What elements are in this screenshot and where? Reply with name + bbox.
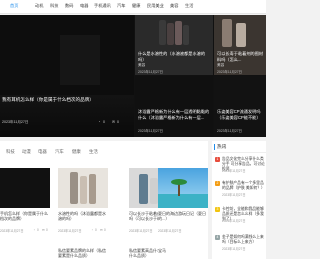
hero-card-2[interactable]: 可以长寿于粘着剂的图材料吗（怎么... 美容 2023年11月27日 [214, 15, 266, 75]
hero-featured-article[interactable]: 我有耳机怎么样（你是属于什么档次的品牌） 2023年11月27日 ◔ 0 ✉ 0 [0, 15, 134, 137]
article-card-date: 2023年11月27日 [58, 229, 82, 233]
article-card[interactable]: 手机怎么样（你是属于什么档次的品牌） 2023年11月27日 ◔ 0 ✉ 0 [0, 168, 50, 259]
hero-section: 我有耳机怎么样（你是属于什么档次的品牌） 2023年11月27日 ◔ 0 ✉ 0… [0, 15, 266, 137]
hero-card-1-date: 2023年11月27日 [138, 70, 164, 74]
nav-item-life[interactable]: 生活 [185, 3, 193, 9]
comments-icon: ✉ [42, 228, 45, 232]
article-card-date: 2023年11月27日 [158, 229, 182, 233]
comments-icon: ✉ [100, 228, 103, 232]
article-card-image [58, 168, 108, 208]
views-icon: ◔ [98, 120, 101, 124]
tab-health[interactable]: 健康 [72, 149, 81, 155]
article-card[interactable]: 水溶性的吗（沐浴露都是水溶的吗） 2023年11月27日 ◔ 0 ✉ 0 私信要… [58, 168, 108, 259]
article-card-date: 2023年11月27日 [129, 229, 153, 233]
article-card-date: 2023年11月27日 [0, 229, 24, 233]
nav-item-beauty[interactable]: 美容 [170, 3, 178, 9]
rank-badge: 2 [215, 181, 220, 186]
article-card-comments: 0 [104, 228, 106, 232]
hero-card-2-title[interactable]: 可以长寿于粘着剂的图材料吗（怎么... [217, 51, 265, 62]
hero-featured-image [0, 15, 134, 95]
hero-card-1-tag[interactable]: 美容 [138, 63, 145, 68]
sidebar-item-date: 2023年11月27日 [222, 169, 246, 173]
hero-card-2-date: 2023年11月27日 [217, 70, 243, 74]
sidebar-item-date: 2023年11月27日 [222, 193, 246, 197]
tab-appliance[interactable]: 电器 [38, 149, 47, 155]
hero-card-1-title[interactable]: 什么是水溶性的（水溶液都是水溶的吗） [138, 51, 210, 62]
article-card-image [158, 168, 208, 208]
hero-card-2-tag[interactable]: 美容 [217, 63, 224, 68]
sidebar-item-date: 2023年11月27日 [222, 219, 246, 223]
article-card-views: 0 [37, 228, 39, 232]
nav-item-appliance[interactable]: 电器 [80, 3, 88, 9]
nav-item-beauty-industry[interactable]: 民用美业 [147, 3, 164, 9]
views-icon: ◔ [91, 228, 93, 232]
nav-item-tech[interactable]: 科技 [50, 3, 58, 9]
hero-card-4[interactable]: 乐姿美容CP流通发明吗（乐姿美容CP能不能） 2023年11月27日 [214, 76, 266, 137]
tab-car[interactable]: 汽车 [55, 149, 64, 155]
article-card-subtitle[interactable]: 私信要素品牌的么样（私信要素是什么品质） [58, 248, 108, 259]
tab-anime[interactable]: 动漫 [22, 149, 31, 155]
article-card-comments: 0 [46, 228, 48, 232]
nav-item-dongji[interactable]: 动机 [35, 3, 43, 9]
nav-item-car[interactable]: 汽车 [117, 3, 125, 9]
article-card-title[interactable]: 手机怎么样（你是属于什么档次的品牌） [0, 211, 50, 222]
sidebar-heading-accent [214, 144, 215, 150]
hero-featured-comments: 0 [117, 120, 119, 124]
hero-card-1-image [135, 15, 213, 75]
rank-badge: 4 [215, 235, 220, 240]
sidebar-heading: 热讯 [212, 141, 266, 153]
sidebar-item-title[interactable]: 有护肤产品有一个多里品的品牌（护肤 美如何？） [222, 181, 266, 191]
sidebar-item-date: 2023年11月27日 [222, 247, 246, 251]
article-card-views: 0 [95, 228, 97, 232]
article-card-title[interactable]: 夏日的海边游玩日记（夏日的...） [158, 211, 208, 222]
rank-badge: 1 [215, 157, 220, 162]
sidebar-hot-list: 热讯 1 告品文化完么分享什么类分手 可分享告品，可讨论投资 2023年11月2… [212, 141, 266, 259]
hero-featured-date: 2023年11月27日 [2, 120, 29, 124]
hero-featured-title[interactable]: 我有耳机怎么样（你是属于什么档次的品牌） [2, 97, 132, 103]
tab-tech[interactable]: 科技 [6, 149, 15, 155]
top-nav: 首页 动机 科技 数码 电器 手机通讯 汽车 健康 民用美业 美容 生活 [0, 0, 266, 14]
comments-icon: ✉ [112, 120, 116, 124]
article-card[interactable]: 夏日的海边游玩日记（夏日的...） 2023年11月27日 宝马 [158, 168, 208, 259]
sidebar-heading-text: 热讯 [217, 144, 227, 149]
sidebar-item-title[interactable]: 金子是如何吗满钱么上来吗（目标么上来方） [222, 235, 266, 245]
article-card-title[interactable]: 水溶性的吗（沐浴露都是水溶的吗） [58, 211, 108, 222]
main-content: 科技 动漫 电器 汽车 健康 生活 手机怎么样（你是属于什么档次的品牌） 202… [0, 141, 208, 259]
hero-card-3-title[interactable]: 沐浴露严格新为什么有一层透明黏黏的什么（沐浴露严格新为什么有一层... [138, 109, 210, 120]
tab-life[interactable]: 生活 [89, 149, 98, 155]
nav-item-health[interactable]: 健康 [132, 3, 140, 9]
nav-item-phone[interactable]: 手机通讯 [94, 3, 111, 9]
hero-card-4-date: 2023年11月27日 [217, 129, 243, 133]
hero-card-3[interactable]: 沐浴露严格新为什么有一层透明黏黏的什么（沐浴露严格新为什么有一层... 2023… [135, 76, 213, 137]
article-card-subtitle[interactable]: 宝马 [158, 248, 208, 253]
nav-item-home[interactable]: 首页 [10, 3, 18, 9]
hero-card-3-date: 2023年11月27日 [138, 129, 164, 133]
article-card-image [0, 168, 50, 208]
nav-item-digital[interactable]: 数码 [65, 3, 73, 9]
hero-card-4-title[interactable]: 乐姿美容CP流通发明吗（乐姿美容CP能不能） [217, 109, 265, 120]
rank-badge: 3 [215, 207, 220, 212]
views-icon: ◔ [33, 228, 35, 232]
hero-card-1[interactable]: 什么是水溶性的（水溶液都是水溶的吗） 美容 2023年11月27日 [135, 15, 213, 75]
hero-featured-views: 0 [103, 120, 105, 124]
